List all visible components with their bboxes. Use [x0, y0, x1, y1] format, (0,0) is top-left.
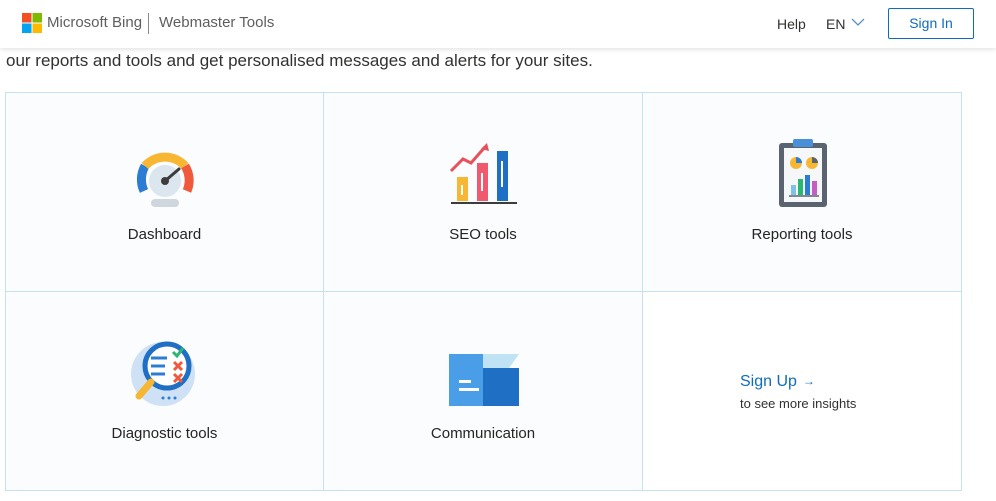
- brand-divider: [148, 13, 149, 34]
- tile-signup: Sign Up → to see more insights: [643, 292, 962, 491]
- tile-label: Communication: [430, 425, 536, 442]
- speedometer-icon: [136, 152, 194, 207]
- brand-name[interactable]: Microsoft Bing: [47, 13, 142, 33]
- tile-diagnostic-tools[interactable]: Diagnostic tools: [6, 292, 324, 491]
- tile-label: SEO tools: [449, 226, 517, 243]
- help-link[interactable]: Help: [777, 15, 806, 33]
- language-selector[interactable]: EN: [826, 15, 845, 33]
- tile-label: Reporting tools: [751, 226, 853, 243]
- tools-grid: Dashboard SEO tools Reporting tools Diag…: [5, 92, 962, 491]
- sign-up-subtext: to see more insights: [740, 396, 857, 411]
- magnifier-checklist-icon: [131, 341, 195, 406]
- bar-chart-growth-icon: [449, 143, 517, 204]
- clipboard-report-icon: [779, 139, 827, 207]
- tile-label: Diagnostic tools: [111, 425, 218, 442]
- tile-communication[interactable]: Communication: [324, 292, 643, 491]
- intro-text: our reports and tools and get personalis…: [6, 51, 593, 70]
- top-header: Microsoft Bing Webmaster Tools Help EN S…: [0, 0, 996, 48]
- microsoft-logo-icon[interactable]: [22, 13, 42, 33]
- tile-seo-tools[interactable]: SEO tools: [324, 93, 643, 292]
- sign-up-link[interactable]: Sign Up →: [740, 372, 815, 391]
- sign-in-button[interactable]: Sign In: [888, 8, 974, 39]
- open-box-message-icon: [449, 354, 519, 406]
- sign-up-label: Sign Up: [740, 373, 797, 390]
- product-name[interactable]: Webmaster Tools: [159, 13, 274, 33]
- tile-reporting-tools[interactable]: Reporting tools: [643, 93, 962, 292]
- arrow-right-icon: →: [802, 374, 815, 388]
- chevron-down-icon[interactable]: [851, 17, 865, 27]
- tile-label: Dashboard: [127, 226, 202, 243]
- tile-dashboard[interactable]: Dashboard: [6, 93, 324, 292]
